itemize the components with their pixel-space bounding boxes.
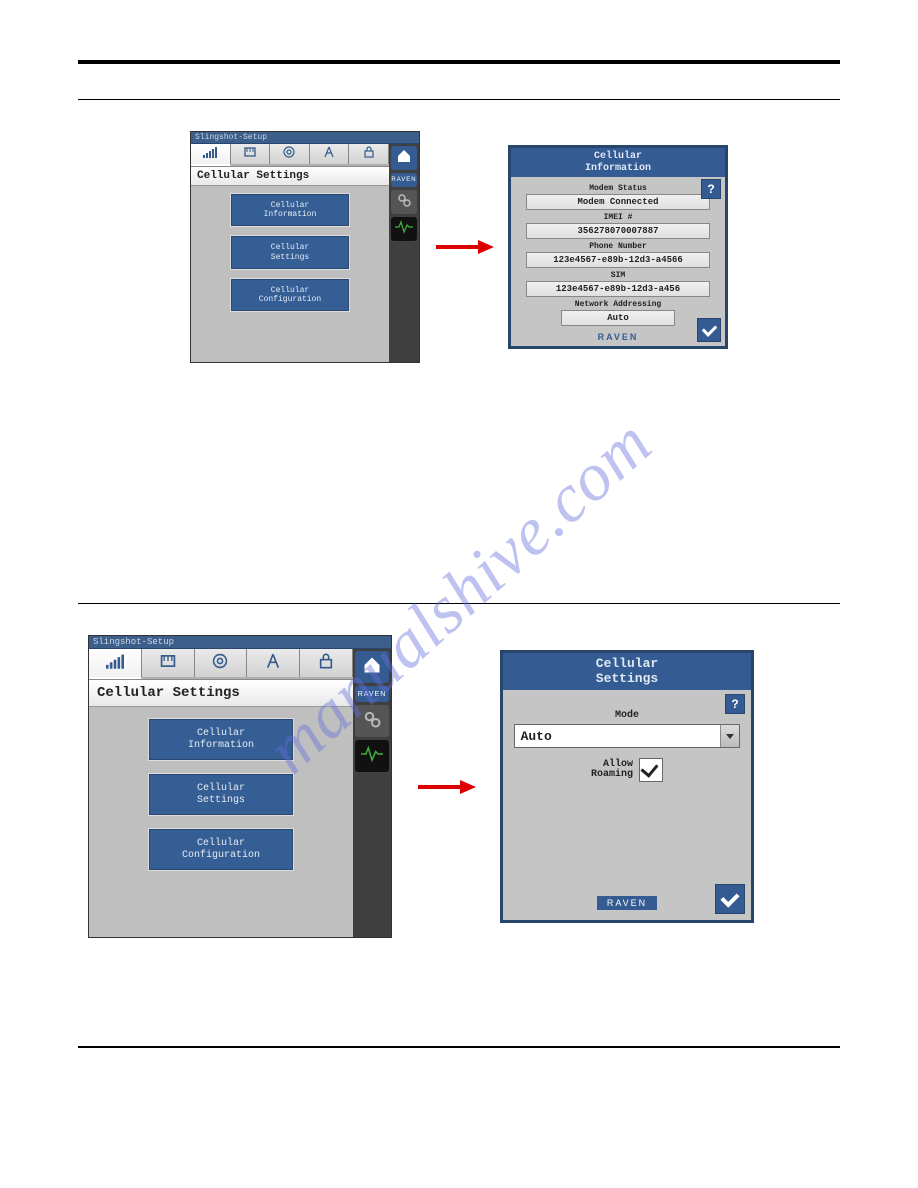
phone-label: Phone Number — [519, 242, 717, 251]
network-addressing-label: Network Addressing — [519, 300, 717, 309]
sim-value: 123e4567-e89b-12d3-a456 — [526, 281, 710, 297]
imei-value: 356278070007887 — [526, 223, 710, 239]
home-button[interactable] — [391, 146, 417, 170]
help-button[interactable]: ? — [701, 179, 721, 199]
tab-compass[interactable] — [247, 649, 300, 677]
compass-icon — [265, 653, 281, 674]
arrow-icon — [406, 778, 486, 796]
device-tabs — [191, 144, 389, 167]
cellular-information-button[interactable]: Cellular Information — [149, 719, 293, 760]
cellular-information-panel: Cellular Information ? Modem Status Mode… — [508, 145, 728, 349]
section-title-info — [78, 108, 840, 125]
ethernet-icon — [243, 146, 257, 162]
home-icon — [362, 656, 382, 679]
raven-brand-button[interactable]: RAVEN — [355, 686, 389, 702]
description-text-info — [78, 373, 840, 573]
panel-title: Cellular Information — [511, 148, 725, 177]
gear-icon — [362, 709, 382, 734]
footer-doc — [837, 1052, 840, 1063]
tab-ethernet[interactable] — [231, 144, 271, 164]
wireless-icon — [211, 653, 229, 674]
tab-lock[interactable] — [300, 649, 353, 677]
waveform-icon — [361, 745, 383, 768]
raven-brand-label: RAVEN — [597, 896, 657, 910]
diagnostics-sidebar-button[interactable] — [355, 740, 389, 772]
screen-heading: Cellular Settings — [191, 167, 389, 186]
arrow-icon — [434, 238, 494, 256]
window-titlebar: Slingshot-Setup — [89, 636, 391, 649]
home-icon — [396, 149, 412, 168]
panel-title: Cellular Settings — [503, 653, 751, 691]
tab-lock[interactable] — [349, 144, 389, 164]
confirm-button[interactable] — [715, 884, 745, 914]
imei-label: IMEI # — [519, 213, 717, 222]
settings-sidebar-button[interactable] — [355, 705, 389, 737]
compass-icon — [323, 146, 335, 162]
window-titlebar: Slingshot-Setup — [191, 132, 419, 144]
help-button[interactable]: ? — [725, 694, 745, 714]
modem-status-label: Modem Status — [519, 184, 717, 193]
signal-icon — [106, 653, 124, 674]
chevron-down-icon — [720, 725, 739, 747]
network-addressing-value: Auto — [561, 310, 676, 326]
cellular-settings-button[interactable]: Cellular Settings — [231, 236, 349, 268]
panel-title-line1: Cellular — [503, 657, 751, 672]
cellular-information-button[interactable]: Cellular Information — [231, 194, 349, 226]
device-screenshot-menu-large: Slingshot-Setup — [88, 635, 392, 938]
cellular-settings-panel: Cellular Settings ? Mode Auto Allow Roam… — [500, 650, 754, 924]
device-tabs — [89, 649, 353, 680]
device-sidebar: RAVEN — [353, 649, 391, 937]
diagnostics-sidebar-button[interactable] — [391, 217, 417, 241]
tab-ethernet[interactable] — [142, 649, 195, 677]
raven-brand-label: RAVEN — [519, 332, 717, 342]
device-screenshot-menu: Slingshot-Setup — [190, 131, 420, 363]
sim-label: SIM — [519, 271, 717, 280]
tab-compass[interactable] — [310, 144, 350, 164]
description-text-settings — [78, 948, 840, 1018]
allow-roaming-checkbox[interactable] — [639, 758, 663, 782]
mode-select[interactable]: Auto — [514, 724, 741, 748]
lock-icon — [318, 653, 334, 674]
phone-value: 123e4567-e89b-12d3-a4566 — [526, 252, 710, 268]
cellular-configuration-button[interactable]: Cellular Configuration — [231, 279, 349, 311]
wireless-icon — [282, 146, 296, 162]
panel-title-line1: Cellular — [511, 151, 725, 163]
tab-signal[interactable] — [89, 649, 142, 679]
section-title-settings — [78, 612, 840, 629]
ethernet-icon — [159, 653, 177, 674]
panel-title-line2: Information — [511, 163, 725, 175]
tab-wireless[interactable] — [195, 649, 248, 677]
lock-icon — [363, 146, 375, 162]
settings-sidebar-button[interactable] — [391, 190, 417, 214]
confirm-button[interactable] — [697, 318, 721, 342]
chapter-number — [837, 68, 840, 79]
allow-roaming-label: Allow Roaming — [591, 760, 633, 781]
modem-status-value: Modem Connected — [526, 194, 710, 210]
device-sidebar: RAVEN — [389, 144, 419, 362]
footer-page — [78, 1052, 81, 1063]
screen-heading: Cellular Settings — [89, 680, 353, 707]
raven-brand-button[interactable]: RAVEN — [391, 173, 417, 187]
tab-signal[interactable] — [191, 144, 231, 166]
mode-label: Mode — [513, 710, 741, 721]
panel-title-line2: Settings — [503, 672, 751, 687]
home-button[interactable] — [355, 651, 389, 683]
gear-icon — [396, 192, 412, 213]
mode-value: Auto — [521, 729, 552, 744]
cellular-settings-button[interactable]: Cellular Settings — [149, 774, 293, 815]
chapter-label — [78, 68, 81, 79]
waveform-icon — [395, 220, 413, 239]
cellular-configuration-button[interactable]: Cellular Configuration — [149, 829, 293, 870]
tab-wireless[interactable] — [270, 144, 310, 164]
signal-icon — [203, 146, 217, 162]
